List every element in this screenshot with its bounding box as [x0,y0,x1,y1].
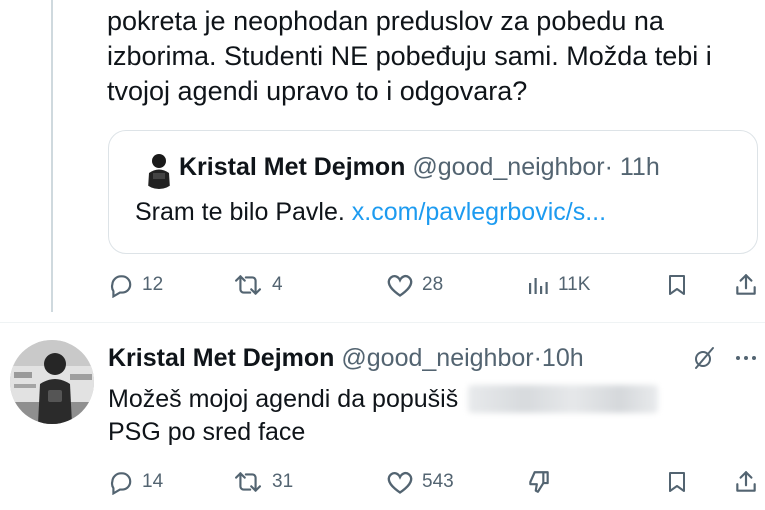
views-count: 11K [558,274,591,295]
tweet-divider [0,322,765,323]
reply-bubble-icon [110,472,132,495]
bookmark-icon [669,472,685,492]
quote-text-body: Sram te bilo Pavle. [135,198,345,226]
repost-count: 4 [272,274,283,295]
quote-author-name[interactable]: Kristal Met Dejmon [179,153,405,181]
reply-author-name[interactable]: Kristal Met Dejmon [108,344,334,372]
reply-action-bar: 14 31 543 [108,462,763,502]
reply-bubble-icon [110,275,132,298]
reply-text-line-2: PSG po sred face [108,418,306,446]
repost-button[interactable]: 4 [232,265,283,305]
grok-icon [695,347,714,369]
separator-dot: · [604,153,613,181]
reply-button[interactable]: 12 [108,265,163,305]
reply-author-handle[interactable]: @good_neighbor [341,344,533,372]
thread-connector-line [51,0,53,312]
tweet-text-line: tvojoj agendi upravo to i odgovara? [107,76,528,106]
quote-author-handle[interactable]: @good_neighbor [412,153,604,181]
downvote-button[interactable] [526,462,552,502]
tweet-text-line: pokreta je neophodan preduslov za pobedu… [107,6,664,36]
reply-button[interactable]: 14 [108,462,163,502]
share-button[interactable] [733,265,759,305]
like-count: 28 [422,274,444,295]
reply-author-avatar[interactable] [10,340,94,424]
tweet-text-line: izborima. Studenti NE pobeđuju sami. Mož… [107,41,712,71]
more-icon [736,356,756,360]
bookmark-icon [669,275,685,295]
tweet-text: pokreta je neophodan preduslov za pobedu… [107,4,757,109]
tweet-action-bar: 12 4 28 11K [108,265,763,305]
share-icon [736,471,756,492]
like-button[interactable]: 28 [386,265,443,305]
share-icon [736,274,756,295]
heart-icon [387,472,413,494]
views-button[interactable]: 11K [526,265,590,305]
reply-text-line-1: Možeš mojoj agendi da popušiš [108,385,459,413]
blurred-redaction [468,385,659,413]
reply-timestamp[interactable]: 10h [542,344,584,372]
bookmark-button[interactable] [665,265,689,305]
bookmark-button[interactable] [665,462,689,502]
reply-text-line: Možeš mojoj agendi da popušiš [108,383,659,416]
downvote-icon [529,471,549,493]
quote-header: Kristal Met Dejmon @good_neighbor· 11h [179,151,660,183]
reply-header: Kristal Met Dejmon @good_neighbor·10h [108,341,584,375]
more-options-button[interactable] [734,343,758,373]
heart-icon [387,275,413,297]
reply-count: 14 [142,471,164,492]
repost-button[interactable]: 31 [232,462,293,502]
separator-dot: · [533,344,542,372]
grok-button[interactable] [692,343,716,373]
quoted-tweet-card[interactable]: Kristal Met Dejmon @good_neighbor· 11h S… [108,130,758,254]
share-button[interactable] [733,462,759,502]
quote-link[interactable]: x.com/pavlegrbovic/s... [352,198,606,226]
quote-text: Sram te bilo Pavle. x.com/pavlegrbovic/s… [135,195,606,229]
like-button[interactable]: 543 [386,462,454,502]
repost-count: 31 [272,471,294,492]
quote-avatar[interactable] [139,149,179,189]
like-count: 543 [422,471,454,492]
reply-text: Možeš mojoj agendi da popušiš PSG po sre… [108,383,659,449]
views-bar-chart-icon [529,278,548,294]
quote-timestamp[interactable]: 11h [620,153,660,181]
repost-icon [235,472,261,492]
reply-count: 12 [142,274,164,295]
repost-icon [235,275,261,295]
